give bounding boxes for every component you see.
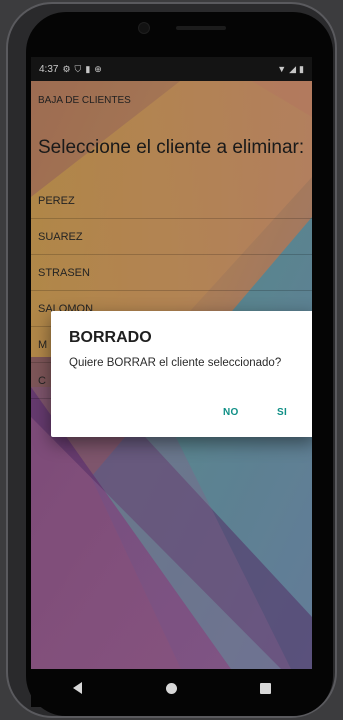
back-button[interactable] bbox=[58, 674, 98, 702]
confirm-delete-dialog: BORRADO Quiere BORRAR el cliente selecci… bbox=[51, 311, 312, 437]
yes-button[interactable]: SI bbox=[277, 407, 287, 418]
back-icon bbox=[73, 682, 83, 694]
no-button[interactable]: NO bbox=[223, 407, 239, 418]
dialog-title: BORRADO bbox=[69, 329, 152, 346]
dialog-message: Quiere BORRAR el cliente seleccionado? bbox=[69, 357, 282, 369]
home-icon bbox=[165, 682, 177, 694]
home-button[interactable] bbox=[151, 674, 191, 702]
recents-button[interactable] bbox=[245, 674, 285, 702]
recents-icon bbox=[259, 682, 271, 694]
navigation-bar bbox=[31, 669, 312, 707]
app-screen: 4:37 ⚙ ⛉ ▮ ⊕ ▼ ◢ ▮ BAJA DE CLIENTES Sele… bbox=[31, 57, 312, 669]
front-camera bbox=[138, 22, 150, 34]
earpiece-speaker bbox=[176, 26, 226, 30]
